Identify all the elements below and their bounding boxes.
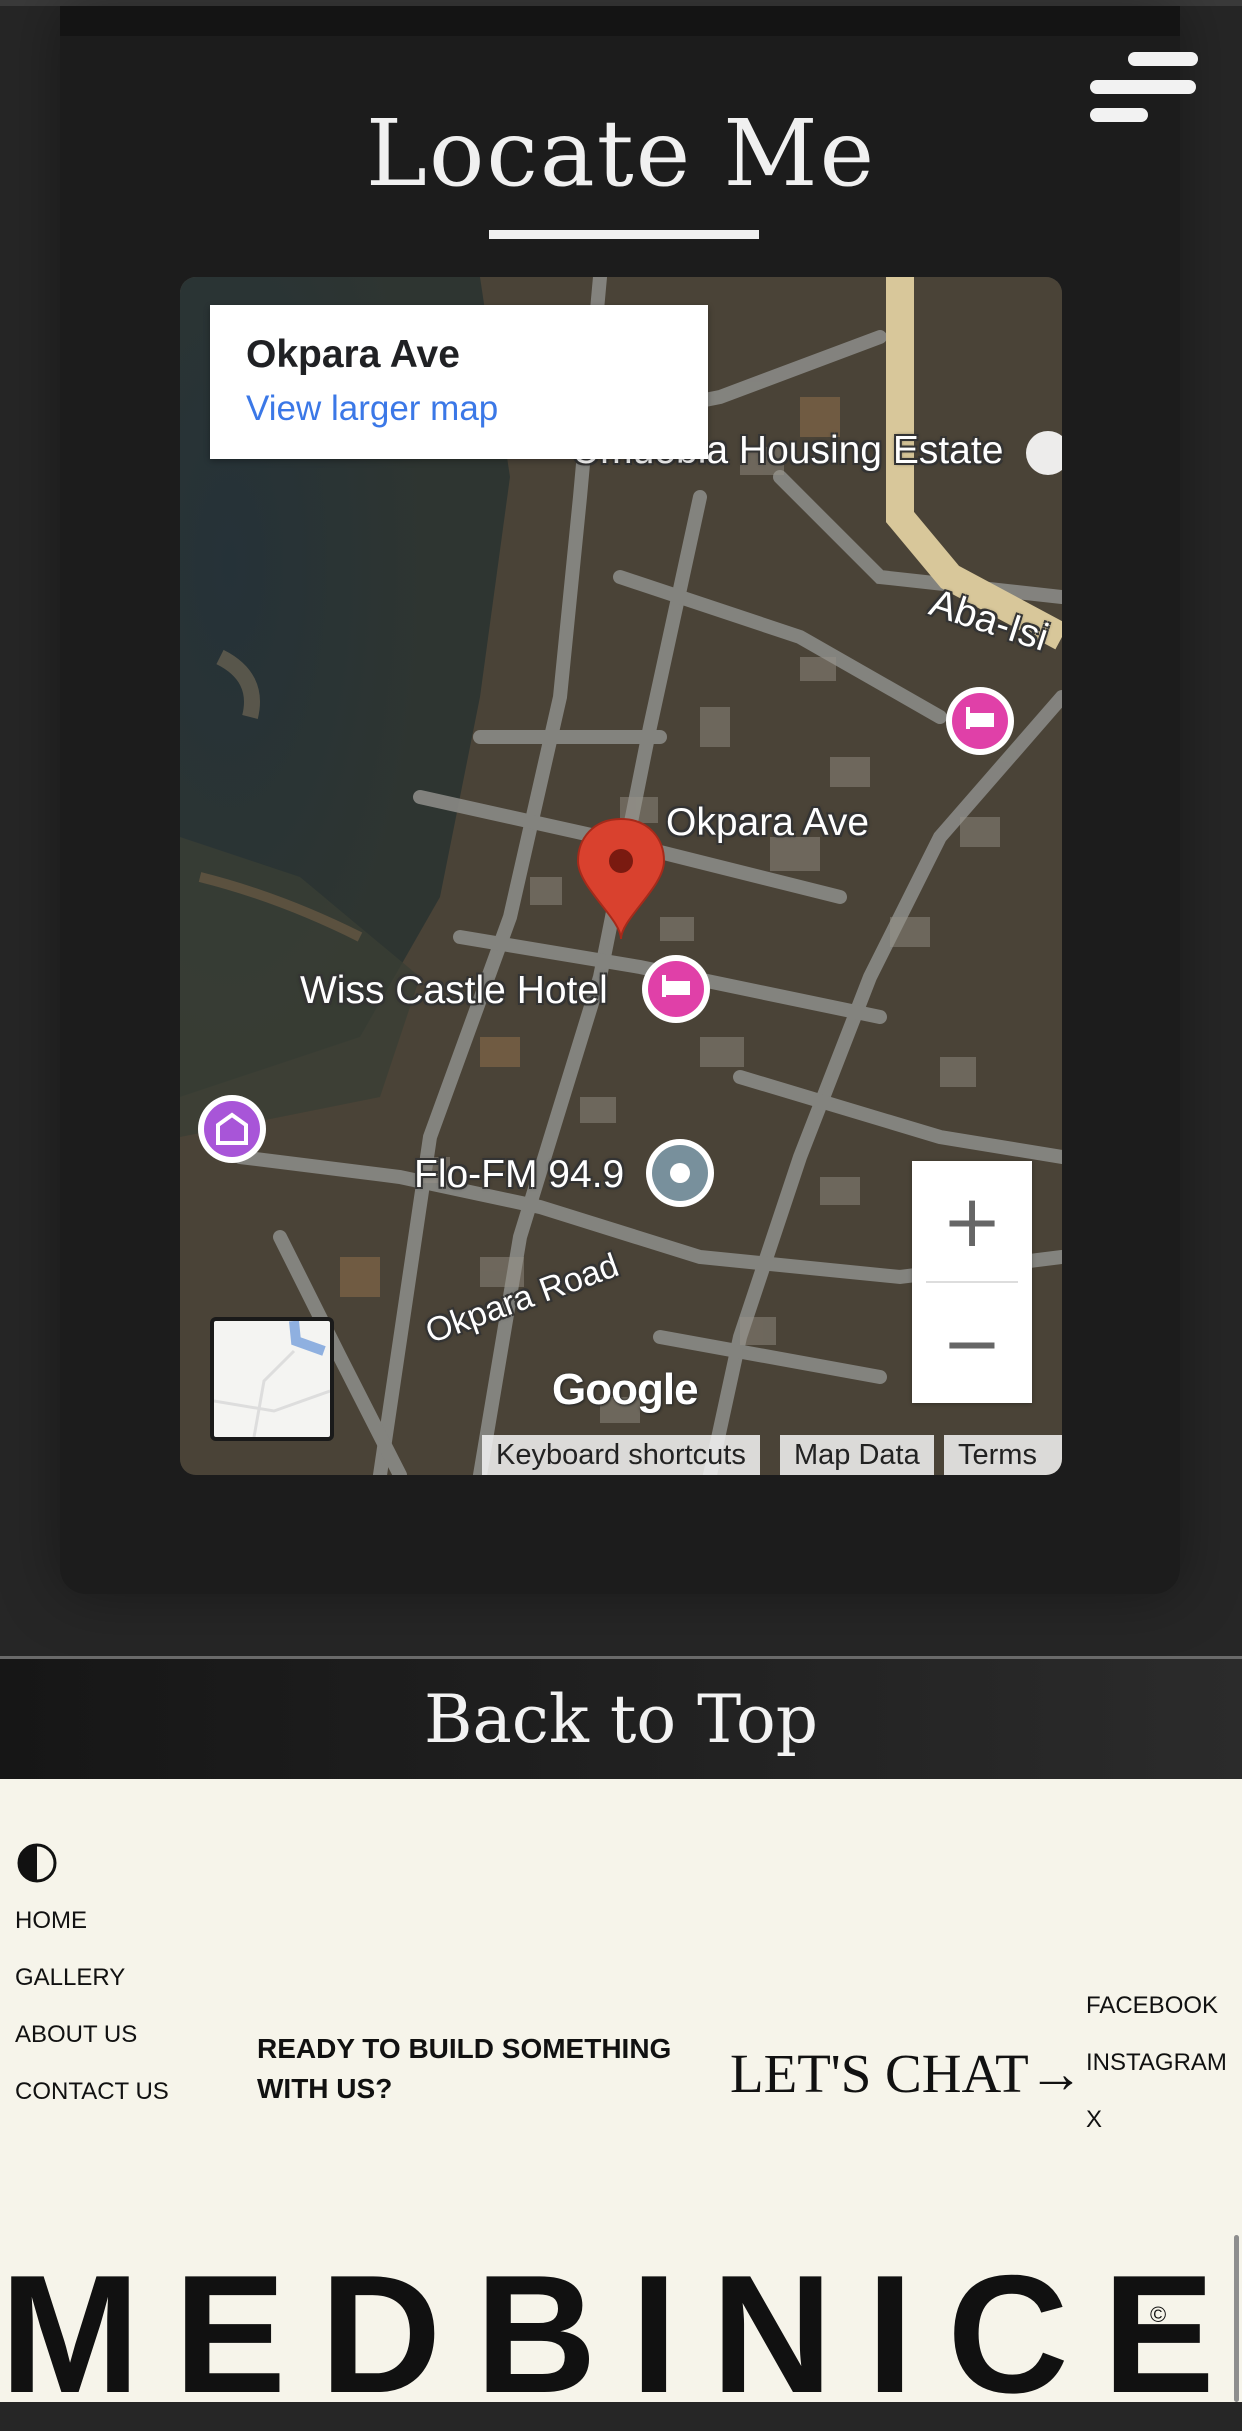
zoom-control: + − [912, 1161, 1032, 1403]
title-underline [489, 230, 759, 239]
zoom-in-button[interactable]: + [912, 1161, 1032, 1281]
keyboard-shortcuts-link[interactable]: Keyboard shortcuts [482, 1435, 760, 1475]
lets-chat-link[interactable]: LET'S CHAT→ [730, 2042, 1084, 2105]
zoom-out-button[interactable]: − [912, 1283, 1032, 1403]
social-x-link[interactable]: X [1086, 2106, 1102, 2134]
social-instagram-link[interactable]: INSTAGRAM [1086, 2049, 1227, 2077]
section-title: Locate Me [365, 100, 877, 207]
map-data-link[interactable]: Map Data [780, 1435, 934, 1475]
footer-nav-home[interactable]: HOME [15, 1907, 87, 1935]
map-info-card: Okpara Ave View larger map [210, 305, 708, 459]
view-larger-map-link[interactable]: View larger map [246, 389, 498, 429]
brand-wordmark: MEDBINICE [0, 2240, 1242, 2428]
card-top-edge [60, 6, 1180, 36]
cta-heading: READY TO BUILD SOMETHING WITH US? [257, 2033, 672, 2104]
map-layer-icon [214, 1321, 330, 1437]
map-label-hotel: Wiss Castle Hotel [300, 969, 608, 1012]
place-marker-icon [646, 1139, 714, 1207]
google-logo: Google [552, 1365, 699, 1414]
footer-nav-about[interactable]: ABOUT US [15, 2021, 137, 2049]
hotel-marker-icon [946, 687, 1014, 755]
back-to-top-link[interactable]: Back to Top [0, 1681, 1242, 1758]
map-place-title: Okpara Ave [246, 333, 460, 376]
copyright-mark: © [1150, 2302, 1167, 2327]
contrast-half-circle-icon[interactable] [16, 1842, 58, 1884]
page-scrollbar[interactable] [1234, 2235, 1239, 2402]
hotel-marker-icon [642, 955, 710, 1023]
terms-link[interactable]: Terms [944, 1435, 1062, 1475]
footer-nav-contact[interactable]: CONTACT US [15, 2078, 169, 2106]
map-label-okpara-ave: Okpara Ave [666, 801, 870, 844]
footer-nav-gallery[interactable]: GALLERY [15, 1964, 125, 1992]
embedded-map[interactable]: Umuobia Housing Estate Aba-Isi Okpara Av… [180, 277, 1062, 1475]
social-facebook-link[interactable]: FACEBOOK [1086, 1992, 1218, 2020]
map-type-toggle[interactable] [210, 1317, 334, 1441]
museum-marker-icon [198, 1095, 266, 1163]
map-label-radio: Flo-FM 94.9 [414, 1153, 625, 1196]
